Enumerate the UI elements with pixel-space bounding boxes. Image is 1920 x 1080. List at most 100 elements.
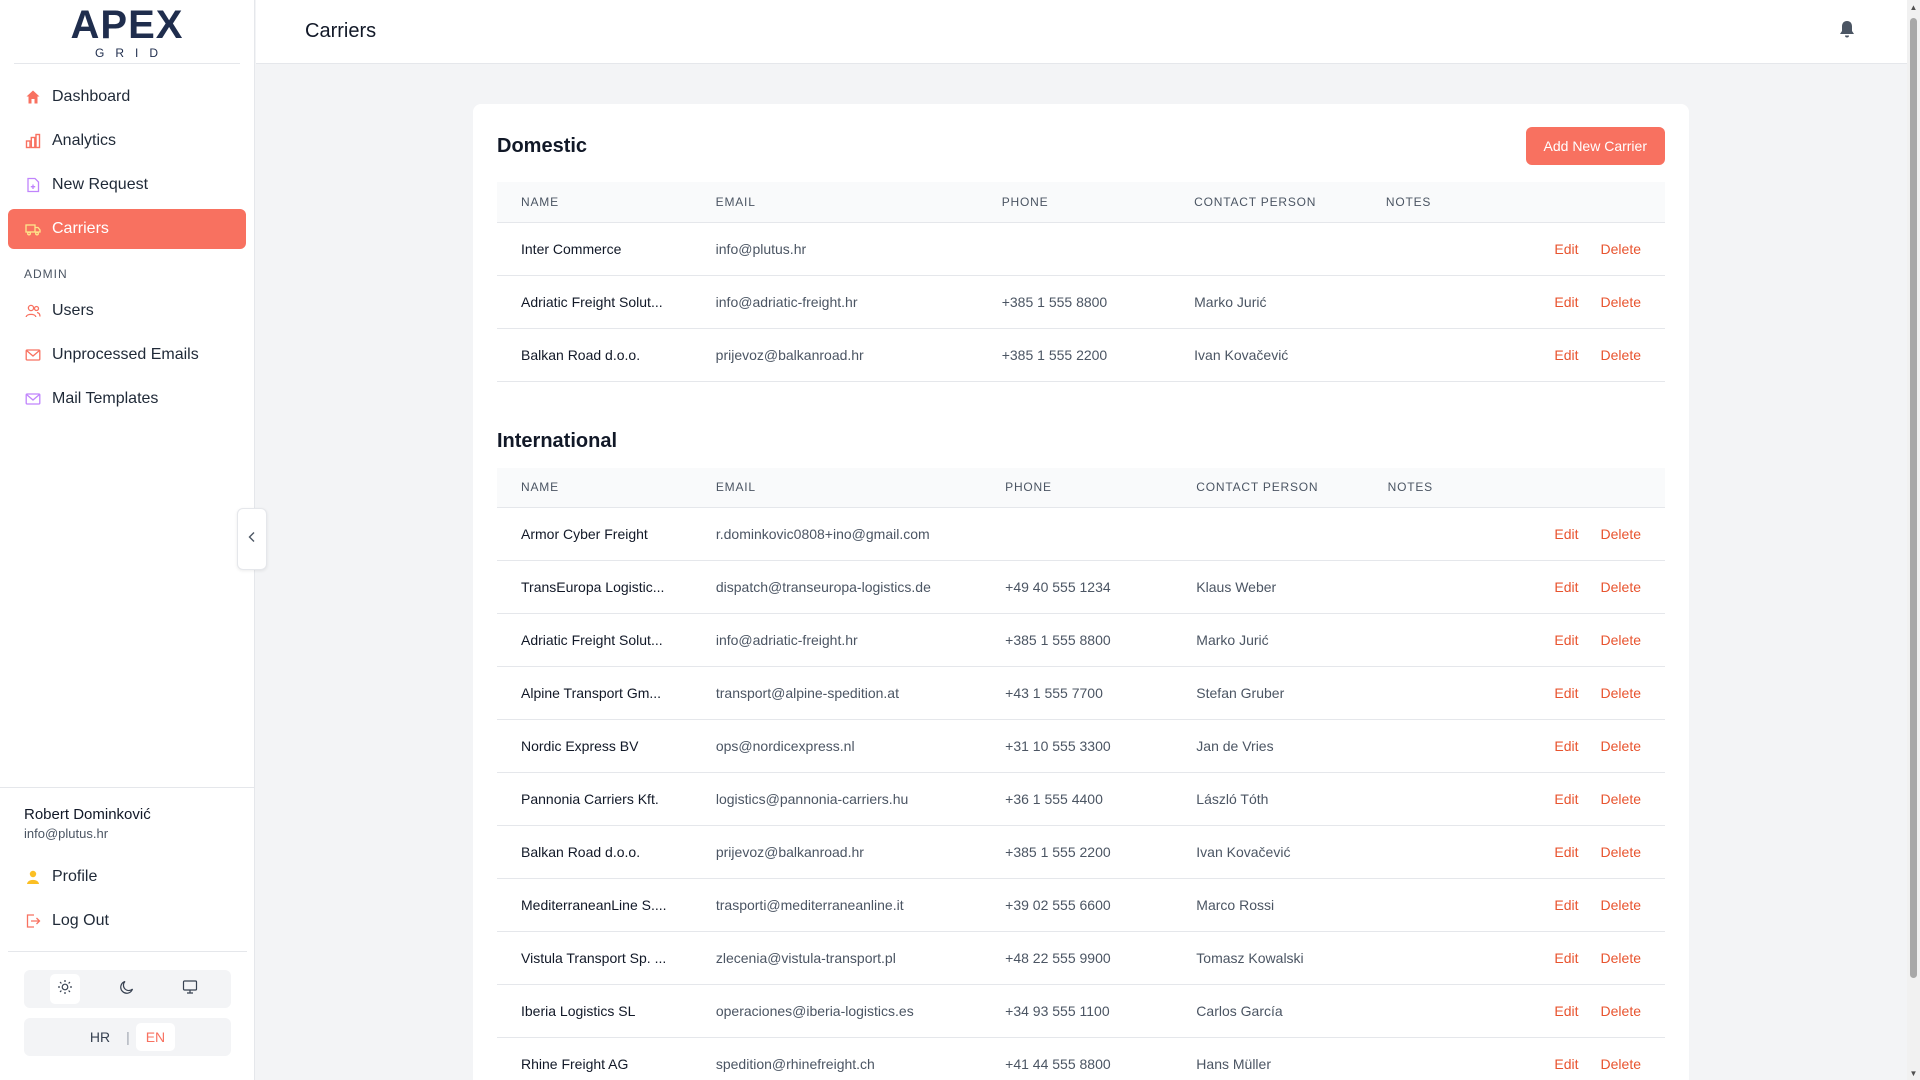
carrier-name: TransEuropa Logistic... xyxy=(497,560,692,614)
carrier-phone: +31 10 555 3300 xyxy=(981,719,1173,773)
edit-button[interactable]: Edit xyxy=(1554,791,1578,807)
carrier-email: dispatch@transeuropa-logistics.de xyxy=(691,560,982,614)
add-new-carrier-button[interactable]: Add New Carrier xyxy=(1525,127,1665,165)
light-theme-button[interactable] xyxy=(50,974,81,1004)
carrier-name: Vistula Transport Sp. ... xyxy=(497,931,692,985)
delete-button[interactable]: Delete xyxy=(1601,294,1641,310)
delete-button[interactable]: Delete xyxy=(1601,1003,1641,1019)
delete-button[interactable]: Delete xyxy=(1601,791,1641,807)
sidebar-item-label: Unprocessed Emails xyxy=(52,346,199,363)
account-nav: Profile Log Out xyxy=(8,849,247,952)
delete-button[interactable]: Delete xyxy=(1601,347,1641,363)
carrier-contact-person: Marko Jurić xyxy=(1170,275,1362,329)
sidebar-item-carriers[interactable]: Carriers xyxy=(8,209,246,249)
edit-button[interactable]: Edit xyxy=(1554,897,1578,913)
sidebar-item-dashboard[interactable]: Dashboard xyxy=(8,77,246,117)
sidebar-item-label: Carriers xyxy=(52,220,109,237)
carrier-phone: +385 1 555 8800 xyxy=(981,613,1173,667)
scroll-up-arrow[interactable]: ▲ xyxy=(1907,0,1920,14)
home-icon xyxy=(24,88,42,106)
scrollbar-thumb[interactable] xyxy=(1910,18,1917,978)
row-actions: Edit Delete xyxy=(1508,1037,1665,1080)
edit-button[interactable]: Edit xyxy=(1554,685,1578,701)
profile-link[interactable]: Profile xyxy=(16,857,239,897)
collapse-sidebar-button[interactable] xyxy=(237,508,267,570)
notifications-button[interactable] xyxy=(1835,20,1859,44)
language-en-button[interactable]: EN xyxy=(135,1023,176,1051)
dark-theme-button[interactable] xyxy=(112,974,142,1004)
carrier-name: MediterraneanLine S.... xyxy=(497,878,692,932)
carrier-contact-person: Marco Rossi xyxy=(1172,878,1364,932)
logout-label: Log Out xyxy=(52,912,109,929)
edit-button[interactable]: Edit xyxy=(1554,1056,1578,1072)
logo[interactable]: APEX GRID xyxy=(14,0,240,64)
carrier-phone xyxy=(977,222,1171,276)
domestic-table: NAME EMAIL PHONE CONTACT PERSON NOTES In… xyxy=(497,182,1665,382)
carrier-phone: +34 93 555 1100 xyxy=(981,984,1173,1038)
carrier-contact-person: Ivan Kovačević xyxy=(1172,825,1364,879)
edit-button[interactable]: Edit xyxy=(1554,844,1578,860)
table-row: Nordic Express BV ops@nordicexpress.nl +31… xyxy=(497,719,1665,773)
carrier-notes xyxy=(1363,984,1509,1038)
edit-button[interactable]: Edit xyxy=(1554,526,1578,542)
domestic-table-body: Inter Commerce info@plutus.hr Edit Delete Ad… xyxy=(497,222,1665,382)
table-row: Adriatic Freight Solut... info@adriatic-f… xyxy=(497,613,1665,667)
delete-button[interactable]: Delete xyxy=(1601,897,1641,913)
delete-button[interactable]: Delete xyxy=(1601,526,1641,542)
sidebar-item-label: Users xyxy=(52,302,94,319)
table-row: Balkan Road d.o.o. prijevoz@balkanroad.hr… xyxy=(497,328,1665,382)
page-scrollbar[interactable]: ▲ ▼ xyxy=(1907,0,1920,1080)
carrier-notes xyxy=(1363,613,1509,667)
sidebar-item-new-request[interactable]: New Request xyxy=(8,165,246,205)
row-actions: Edit Delete xyxy=(1508,719,1665,773)
delete-button[interactable]: Delete xyxy=(1601,1056,1641,1072)
carrier-name: Balkan Road d.o.o. xyxy=(497,328,692,382)
carrier-contact-person: Stefan Gruber xyxy=(1172,666,1364,720)
row-actions: Edit Delete xyxy=(1508,825,1665,879)
table-row: TransEuropa Logistic... dispatch@transeur… xyxy=(497,560,1665,614)
edit-button[interactable]: Edit xyxy=(1554,950,1578,966)
user-icon xyxy=(24,868,42,886)
column-header-phone: PHONE xyxy=(981,467,1173,508)
delete-button[interactable]: Delete xyxy=(1601,738,1641,754)
carrier-phone: +36 1 555 4400 xyxy=(981,772,1173,826)
logout-link[interactable]: Log Out xyxy=(16,901,239,941)
scroll-down-arrow[interactable]: ▼ xyxy=(1907,1066,1920,1080)
column-header-contact: CONTACT PERSON xyxy=(1170,182,1362,223)
row-actions: Edit Delete xyxy=(1508,666,1665,720)
column-header-email: EMAIL xyxy=(691,467,982,508)
carrier-notes xyxy=(1363,772,1509,826)
row-actions: Edit Delete xyxy=(1508,613,1665,667)
carrier-phone: +43 1 555 7700 xyxy=(981,666,1173,720)
sidebar-item-analytics[interactable]: Analytics xyxy=(8,121,246,161)
moon-icon xyxy=(119,979,135,1000)
system-theme-button[interactable] xyxy=(175,974,205,1004)
delete-button[interactable]: Delete xyxy=(1601,579,1641,595)
carrier-phone: +48 22 555 9900 xyxy=(981,931,1173,985)
edit-button[interactable]: Edit xyxy=(1554,579,1578,595)
sidebar-item-users[interactable]: Users xyxy=(8,291,246,331)
carrier-name: Adriatic Freight Solut... xyxy=(497,275,692,329)
language-hr-button[interactable]: HR xyxy=(80,1023,120,1051)
sidebar-item-unprocessed-emails[interactable]: Unprocessed Emails xyxy=(8,335,246,375)
table-header-row: NAME EMAIL PHONE CONTACT PERSON NOTES xyxy=(497,182,1665,223)
delete-button[interactable]: Delete xyxy=(1601,685,1641,701)
edit-button[interactable]: Edit xyxy=(1554,241,1578,257)
column-header-phone: PHONE xyxy=(977,182,1171,223)
delete-button[interactable]: Delete xyxy=(1601,632,1641,648)
edit-button[interactable]: Edit xyxy=(1554,294,1578,310)
edit-button[interactable]: Edit xyxy=(1554,1003,1578,1019)
delete-button[interactable]: Delete xyxy=(1601,950,1641,966)
sidebar: APEX GRID Dashboard Analytics New Reques… xyxy=(0,0,255,1080)
row-actions: Edit Delete xyxy=(1508,984,1665,1038)
edit-button[interactable]: Edit xyxy=(1554,347,1578,363)
sidebar-item-mail-templates[interactable]: Mail Templates xyxy=(8,379,246,419)
table-row: Pannonia Carriers Kft. logistics@pannonia… xyxy=(497,772,1665,826)
edit-button[interactable]: Edit xyxy=(1554,738,1578,754)
carrier-email: operaciones@iberia-logistics.es xyxy=(691,984,982,1038)
delete-button[interactable]: Delete xyxy=(1601,241,1641,257)
edit-button[interactable]: Edit xyxy=(1554,632,1578,648)
delete-button[interactable]: Delete xyxy=(1601,844,1641,860)
carrier-phone: +385 1 555 2200 xyxy=(977,328,1171,382)
carrier-email: transport@alpine-spedition.at xyxy=(691,666,982,720)
